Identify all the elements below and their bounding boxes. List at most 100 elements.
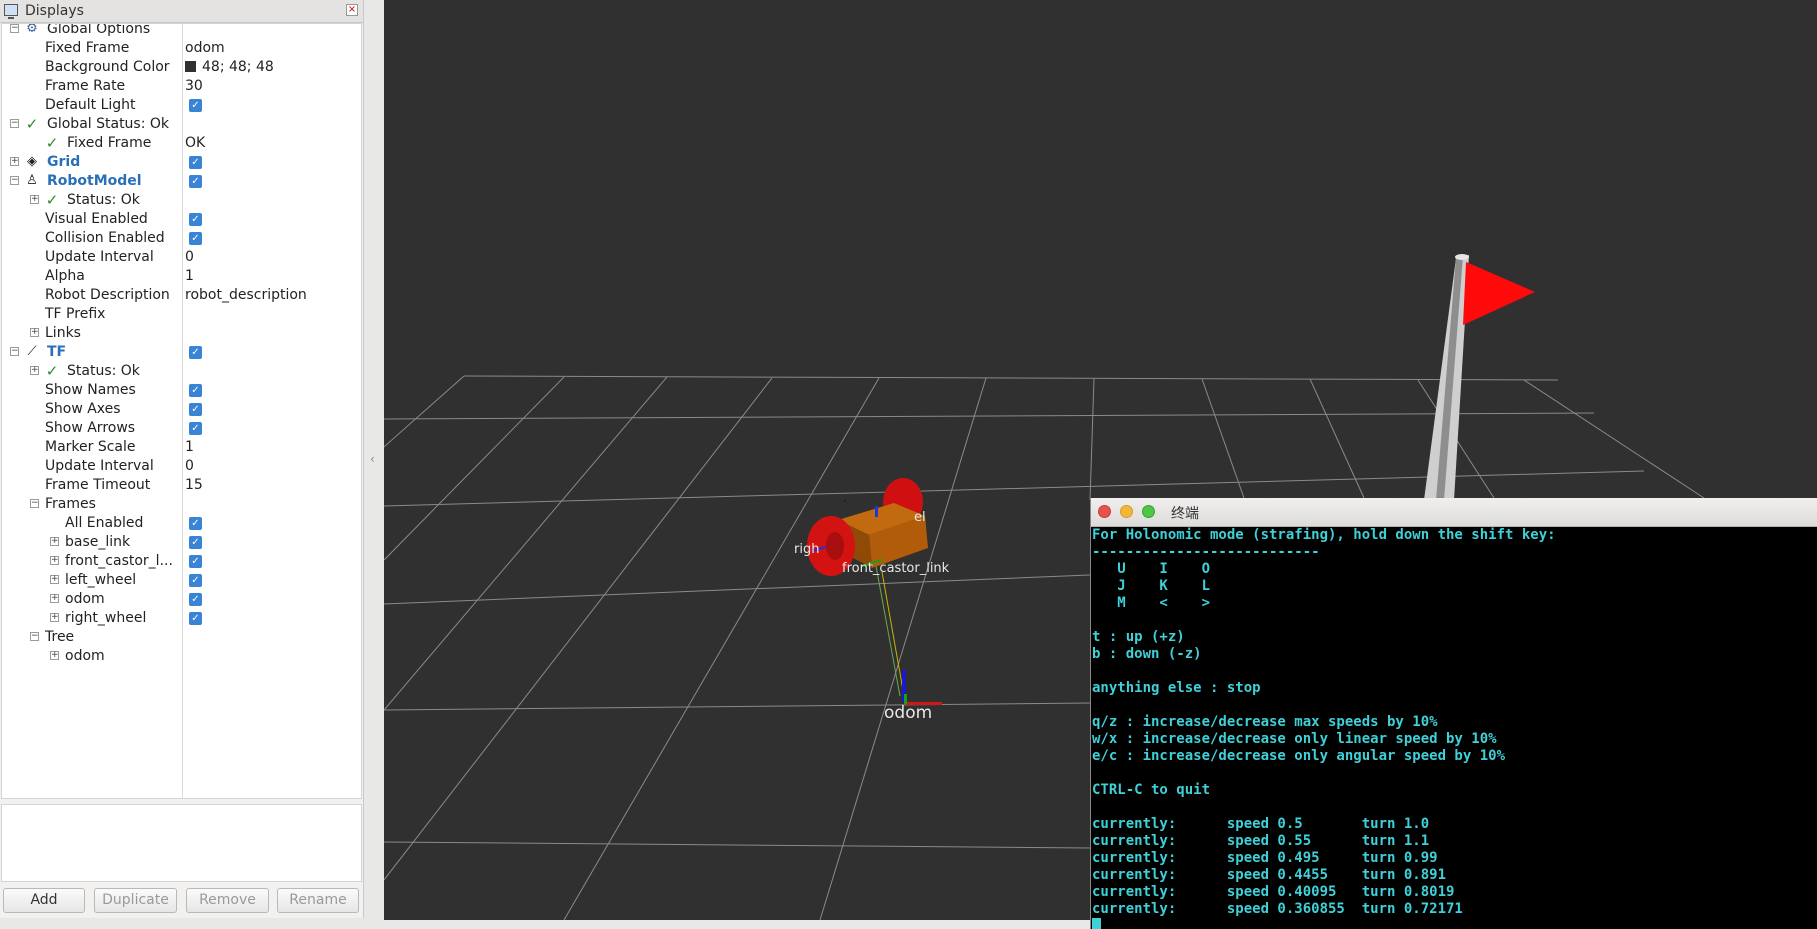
tree-row-update-interval-rm[interactable]: Update Interval 0 bbox=[2, 248, 361, 267]
check-icon: ✓ bbox=[25, 115, 39, 133]
expand-icon[interactable]: + bbox=[50, 556, 59, 565]
tree-row-frame-left-wheel[interactable]: + left_wheel ✓ bbox=[2, 571, 361, 590]
tree-row-label: Frames bbox=[45, 496, 96, 512]
tree-row-links[interactable]: + Links bbox=[2, 324, 361, 343]
expand-icon[interactable]: + bbox=[30, 366, 39, 375]
tree-row-status-fixed-frame[interactable]: ✓ Fixed Frame OK bbox=[2, 134, 361, 153]
tree-row-label: Status: Ok bbox=[67, 192, 140, 208]
enabled-checkbox[interactable]: ✓ bbox=[189, 555, 202, 568]
tree-row-all-enabled[interactable]: All Enabled ✓ bbox=[2, 514, 361, 533]
terminal-window[interactable]: 终端 For Holonomic mode (strafing), hold d… bbox=[1090, 498, 1817, 929]
expand-icon[interactable]: + bbox=[10, 157, 19, 166]
close-window-button[interactable] bbox=[1098, 505, 1111, 518]
collapse-icon[interactable]: − bbox=[10, 24, 19, 33]
tree-row-tf-status[interactable]: + ✓ Status: Ok bbox=[2, 362, 361, 381]
enabled-checkbox[interactable]: ✓ bbox=[189, 213, 202, 226]
tree-row-frame-rate[interactable]: Frame Rate 30 bbox=[2, 77, 361, 96]
tree-row-label: Show Names bbox=[45, 382, 136, 398]
tree-row-collision-enabled[interactable]: Collision Enabled ✓ bbox=[2, 229, 361, 248]
tree-row-label: Alpha bbox=[45, 268, 85, 284]
enabled-checkbox[interactable]: ✓ bbox=[189, 593, 202, 606]
tree-row-frame-base-link[interactable]: + base_link ✓ bbox=[2, 533, 361, 552]
color-value-text: 48; 48; 48 bbox=[202, 59, 274, 75]
enabled-checkbox[interactable]: ✓ bbox=[189, 346, 202, 359]
tree-row-value[interactable]: odom bbox=[185, 39, 225, 58]
tree-row-show-arrows[interactable]: Show Arrows ✓ bbox=[2, 419, 361, 438]
displays-tree[interactable]: − ⚙ Global Options Fixed Frame odom Backgroun… bbox=[1, 23, 362, 799]
tree-row-background-color[interactable]: Background Color 48; 48; 48 bbox=[2, 58, 361, 77]
tree-row-show-names[interactable]: Show Names ✓ bbox=[2, 381, 361, 400]
expand-icon[interactable]: + bbox=[30, 195, 39, 204]
collapse-icon[interactable]: − bbox=[10, 119, 19, 128]
close-panel-button[interactable]: × bbox=[346, 4, 358, 16]
tree-row-value[interactable]: 0 bbox=[185, 457, 194, 476]
tree-row-value[interactable]: 30 bbox=[185, 77, 203, 96]
collapse-icon[interactable]: − bbox=[30, 632, 39, 641]
tree-row-label: Show Arrows bbox=[45, 420, 136, 436]
duplicate-button[interactable]: Duplicate bbox=[94, 888, 177, 913]
tree-row-value[interactable]: 1 bbox=[185, 438, 194, 457]
tree-row-frame-right-wheel[interactable]: + right_wheel ✓ bbox=[2, 609, 361, 628]
tree-row-robot-description[interactable]: Robot Description robot_description bbox=[2, 286, 361, 305]
tree-row-global-options[interactable]: − ⚙ Global Options bbox=[2, 24, 361, 39]
enabled-checkbox[interactable]: ✓ bbox=[189, 612, 202, 625]
tree-row-frames[interactable]: − Frames bbox=[2, 495, 361, 514]
tree-row-frame-front-castor[interactable]: + front_castor_l... ✓ bbox=[2, 552, 361, 571]
maximize-window-button[interactable] bbox=[1142, 505, 1155, 518]
rename-button[interactable]: Rename bbox=[277, 888, 359, 913]
base-link-axis bbox=[875, 506, 878, 517]
enabled-checkbox[interactable]: ✓ bbox=[189, 175, 202, 188]
tree-row-label: Fixed Frame bbox=[45, 40, 130, 56]
tree-row-fixed-frame[interactable]: Fixed Frame odom bbox=[2, 39, 361, 58]
enabled-checkbox[interactable]: ✓ bbox=[189, 156, 202, 169]
terminal-titlebar[interactable]: 终端 bbox=[1091, 498, 1817, 527]
tree-row-visual-enabled[interactable]: Visual Enabled ✓ bbox=[2, 210, 361, 229]
collapse-icon[interactable]: − bbox=[10, 176, 19, 185]
expand-icon[interactable]: + bbox=[50, 575, 59, 584]
enabled-checkbox[interactable]: ✓ bbox=[189, 232, 202, 245]
tree-row-tf[interactable]: − ⟋ TF ✓ bbox=[2, 343, 361, 362]
tree-row-value[interactable]: 15 bbox=[185, 476, 203, 495]
expand-icon[interactable]: + bbox=[30, 328, 39, 337]
tree-row-tree-node[interactable]: − Tree bbox=[2, 628, 361, 647]
tree-row-label: Update Interval bbox=[45, 458, 154, 474]
enabled-checkbox[interactable]: ✓ bbox=[189, 536, 202, 549]
add-button[interactable]: Add bbox=[3, 888, 85, 913]
tf-link-lines bbox=[875, 565, 905, 697]
minimize-window-button[interactable] bbox=[1120, 505, 1133, 518]
enabled-checkbox[interactable]: ✓ bbox=[189, 422, 202, 435]
tree-row-global-status[interactable]: − ✓ Global Status: Ok bbox=[2, 115, 361, 134]
collapse-panel-arrow-icon[interactable]: ‹ bbox=[370, 452, 375, 466]
collapse-icon[interactable]: − bbox=[10, 347, 19, 356]
expand-icon[interactable]: + bbox=[50, 537, 59, 546]
tree-row-alpha[interactable]: Alpha 1 bbox=[2, 267, 361, 286]
tree-row-tf-prefix[interactable]: TF Prefix bbox=[2, 305, 361, 324]
remove-button[interactable]: Remove bbox=[186, 888, 269, 913]
enabled-checkbox[interactable]: ✓ bbox=[189, 403, 202, 416]
terminal-output[interactable]: For Holonomic mode (strafing), hold down… bbox=[1091, 527, 1817, 929]
tree-row-value[interactable]: robot_description bbox=[185, 286, 307, 305]
tree-row-value[interactable]: OK bbox=[185, 134, 205, 153]
tree-row-frame-odom[interactable]: + odom ✓ bbox=[2, 590, 361, 609]
expand-icon[interactable]: + bbox=[50, 651, 59, 660]
enabled-checkbox[interactable]: ✓ bbox=[189, 574, 202, 587]
tree-row-value[interactable]: 48; 48; 48 bbox=[185, 58, 274, 77]
tree-row-marker-scale[interactable]: Marker Scale 1 bbox=[2, 438, 361, 457]
tree-row-robotmodel-status[interactable]: + ✓ Status: Ok bbox=[2, 191, 361, 210]
tree-row-show-axes[interactable]: Show Axes ✓ bbox=[2, 400, 361, 419]
enabled-checkbox[interactable]: ✓ bbox=[189, 99, 202, 112]
tree-row-frame-timeout[interactable]: Frame Timeout 15 bbox=[2, 476, 361, 495]
tree-row-label: Grid bbox=[47, 154, 81, 170]
tree-row-update-interval-tf[interactable]: Update Interval 0 bbox=[2, 457, 361, 476]
expand-icon[interactable]: + bbox=[50, 594, 59, 603]
collapse-icon[interactable]: − bbox=[30, 499, 39, 508]
tree-row-robotmodel[interactable]: − ♙ RobotModel ✓ bbox=[2, 172, 361, 191]
tree-row-value[interactable]: 1 bbox=[185, 267, 194, 286]
expand-icon[interactable]: + bbox=[50, 613, 59, 622]
tree-row-default-light[interactable]: Default Light ✓ bbox=[2, 96, 361, 115]
tree-row-tree-odom[interactable]: + odom bbox=[2, 647, 361, 666]
tree-row-grid[interactable]: + ◈ Grid ✓ bbox=[2, 153, 361, 172]
tree-row-value[interactable]: 0 bbox=[185, 248, 194, 267]
enabled-checkbox[interactable]: ✓ bbox=[189, 384, 202, 397]
enabled-checkbox[interactable]: ✓ bbox=[189, 517, 202, 530]
